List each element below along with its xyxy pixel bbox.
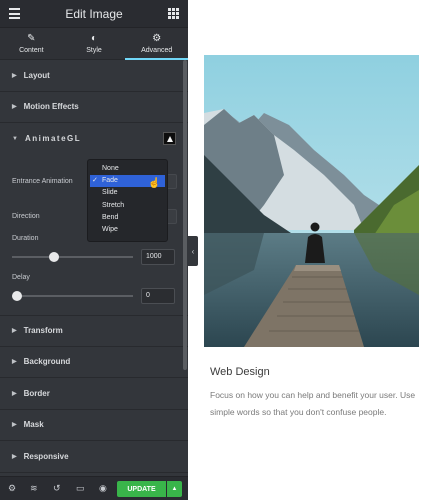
section-border[interactable]: ▶ Border [0,378,188,410]
delay-slider-track[interactable] [12,295,133,297]
panel-title: Edit Image [65,6,123,21]
caret-right-icon: ▶ [12,72,17,79]
tab-style[interactable]: ◐ Style [63,28,126,59]
content-body: Focus on how you can help and benefit yo… [210,390,416,417]
caret-right-icon: ▶ [12,104,17,111]
section-motion-effects[interactable]: ▶ Motion Effects [0,91,188,123]
tab-content-label: Content [19,47,44,54]
section-motion-effects-label: Motion Effects [23,102,79,112]
tab-advanced[interactable]: ⚙ Advanced [125,28,188,60]
hero-image[interactable] [204,55,419,347]
caret-right-icon: ▶ [12,422,17,429]
section-layout[interactable]: ▶ Layout [0,60,188,92]
caret-right-icon: ▶ [12,390,17,397]
caret-down-icon: ▼ [12,135,18,142]
direction-label: Direction [12,213,40,220]
dropdown-option-stretch[interactable]: Stretch [88,200,167,212]
section-mask-label: Mask [23,420,44,430]
content-heading: Web Design [210,366,270,378]
section-responsive-label: Responsive [23,451,69,461]
panel-scrollbar[interactable] [183,60,187,370]
dropdown-option-bend[interactable]: Bend [88,212,167,224]
entrance-animation-dropdown: None ✓ Fade Slide Stretch Bend Wipe [87,159,168,242]
tab-advanced-label: Advanced [141,47,173,54]
entrance-animation-label: Entrance Animation [12,178,73,185]
contrast-icon: ◐ [90,33,98,44]
section-animategl[interactable]: ▼ AnimateGL [0,123,188,155]
history-icon[interactable]: ↺ [53,483,61,494]
panel-tabs: ✎ Content ◐ Style ⚙ Advanced [0,28,188,60]
delay-slider-handle[interactable] [12,291,22,301]
dropdown-option-fade-label: Fade [102,177,118,185]
section-transform-label: Transform [23,326,63,336]
lake-photo [204,55,419,347]
duration-label: Duration [12,235,39,242]
panel-header: Edit Image [0,0,188,28]
checkmark-icon: ✓ [92,177,98,185]
dropdown-option-wipe[interactable]: Wipe [88,224,167,236]
delay-input[interactable]: 0 [141,288,175,304]
layers-icon[interactable]: ≋ [30,483,38,494]
preview-icon[interactable]: ◉ [99,483,107,494]
duration-input[interactable]: 1000 [141,249,175,265]
section-background-label: Background [23,357,71,367]
section-background[interactable]: ▶ Background [0,346,188,378]
apps-grid-icon[interactable] [168,8,179,19]
section-border-label: Border [23,388,50,398]
caret-right-icon: ▶ [12,328,17,335]
section-animategl-label: AnimateGL [24,134,82,144]
caret-right-icon: ▶ [12,453,17,460]
dropdown-option-slide[interactable]: Slide [88,187,167,199]
collapse-panel-button[interactable]: ‹ [188,236,198,266]
hand-cursor-icon: ☝ [148,178,161,189]
tab-style-label: Style [86,47,102,54]
section-layout-label: Layout [23,70,50,80]
section-responsive[interactable]: ▶ Responsive [0,441,188,473]
tab-content[interactable]: ✎ Content [0,28,63,59]
delay-label: Delay [12,274,30,281]
menu-icon[interactable] [9,8,20,19]
lower-sections: ▶ Transform ▶ Background ▶ Border ▶ Mask… [0,315,188,473]
update-button[interactable]: UPDATE [117,481,166,497]
pencil-icon: ✎ [27,33,36,44]
duration-slider-handle[interactable] [48,252,59,262]
panel-footer: ⚙ ≋ ↺ ▭ ◉ UPDATE ▲ [0,476,188,500]
responsive-icon[interactable]: ▭ [76,483,85,494]
caret-right-icon: ▶ [12,359,17,366]
duration-slider-track[interactable] [12,256,133,258]
section-mask[interactable]: ▶ Mask [0,409,188,441]
update-options-arrow-icon[interactable]: ▲ [167,481,182,497]
animategl-logo-icon [163,132,176,146]
gear-icon: ⚙ [152,33,162,44]
gear-icon[interactable]: ⚙ [8,483,16,494]
dropdown-option-none[interactable]: None [88,163,167,175]
section-transform[interactable]: ▶ Transform [0,315,188,347]
